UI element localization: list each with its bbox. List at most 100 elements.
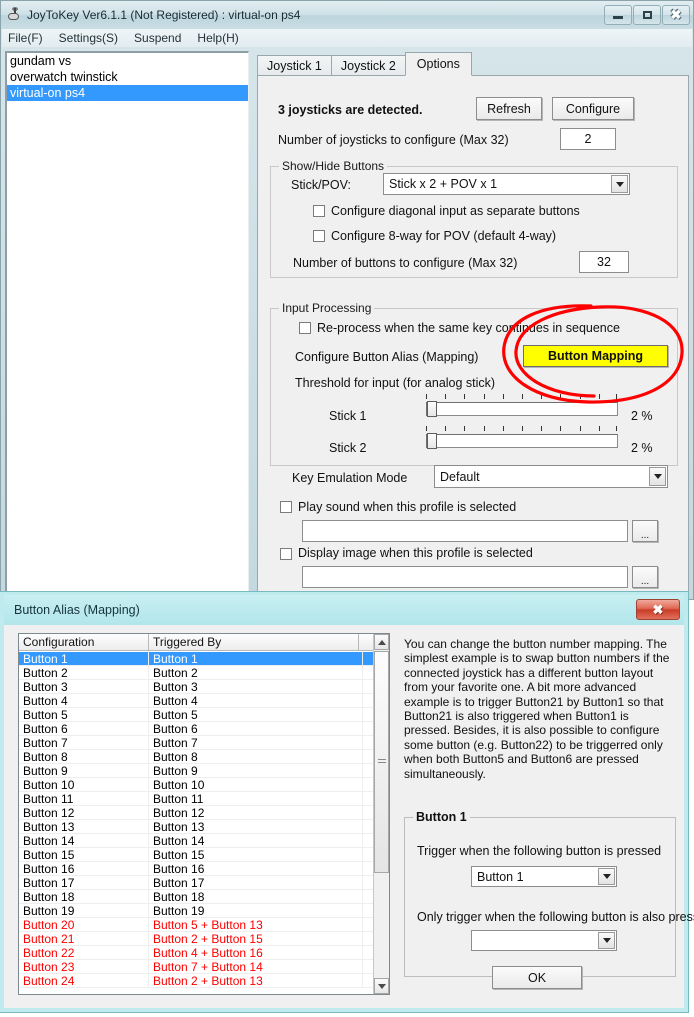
trigger-select[interactable]: Button 1 [471,866,617,887]
chevron-down-icon[interactable] [611,175,628,193]
configure-button[interactable]: Configure [552,97,634,120]
modifier-select[interactable] [471,930,617,951]
stick1-slider-ticks [426,394,618,401]
joystick-icon [6,7,22,23]
cell-triggered-by: Button 3 [149,680,363,694]
table-row[interactable]: Button 9 Button 9 [19,764,373,778]
cell-triggered-by: Button 1 [149,652,363,666]
num-joysticks-input[interactable]: 2 [560,128,616,150]
input-processing-group-title: Input Processing [279,301,375,315]
tab-joystick-1[interactable]: Joystick 1 [257,55,332,76]
chevron-down-icon[interactable] [649,467,666,486]
cell-triggered-by: Button 4 + Button 16 [149,946,363,960]
table-row[interactable]: Button 7 Button 7 [19,736,373,750]
maximize-button[interactable] [633,4,661,25]
diagonal-checkbox[interactable] [313,205,325,217]
stick1-slider[interactable] [426,394,618,418]
tab-options[interactable]: Options [404,52,472,76]
button-mapping-button[interactable]: Button Mapping [523,345,668,367]
cell-configuration: Button 11 [19,792,149,806]
description-text: You can change the button number mapping… [404,637,670,781]
stick1-slider-track[interactable] [426,402,618,416]
table-row[interactable]: Button 12 Button 12 [19,806,373,820]
table-row[interactable]: Button 23 Button 7 + Button 14 [19,960,373,974]
table-row[interactable]: Button 10 Button 10 [19,778,373,792]
minimize-button[interactable] [604,4,632,25]
table-row[interactable]: Button 18 Button 18 [19,890,373,904]
table-row[interactable]: Button 20 Button 5 + Button 13 [19,918,373,932]
eightway-checkbox[interactable] [313,230,325,242]
play-sound-browse-button[interactable]: ... [632,520,658,542]
play-sound-path-input[interactable] [302,520,628,542]
stick2-slider-track[interactable] [426,434,618,448]
scroll-down-button[interactable] [374,978,389,994]
table-row[interactable]: Button 17 Button 17 [19,876,373,890]
table-row[interactable]: Button 15 Button 15 [19,848,373,862]
button-alias-dialog: Button Alias (Mapping) ✖ Configuration T… [0,592,694,1012]
menu-settings[interactable]: Settings(S) [59,31,118,45]
scroll-up-button[interactable] [374,634,389,650]
display-image-checkbox[interactable] [280,548,292,560]
grid-header: Configuration Triggered By [19,634,389,651]
list-item[interactable]: virtual-on ps4 [7,85,248,101]
stick1-slider-thumb[interactable] [427,401,437,417]
main-window: JoyToKey Ver6.1.1 (Not Registered) : vir… [0,0,694,600]
table-row[interactable]: Button 16 Button 16 [19,862,373,876]
stick2-slider[interactable] [426,426,618,450]
cell-triggered-by: Button 10 [149,778,363,792]
num-joysticks-label: Number of joysticks to configure (Max 32… [278,133,509,147]
cell-triggered-by: Button 15 [149,848,363,862]
num-buttons-input[interactable]: 32 [579,251,629,273]
table-row[interactable]: Button 22 Button 4 + Button 16 [19,946,373,960]
table-row[interactable]: Button 19 Button 19 [19,904,373,918]
cell-configuration: Button 19 [19,904,149,918]
menu-suspend[interactable]: Suspend [134,31,181,45]
display-image-label: Display image when this profile is selec… [298,546,533,560]
list-item[interactable]: gundam vs [7,53,248,69]
grid-scrollbar[interactable] [373,634,389,994]
table-row[interactable]: Button 14 Button 14 [19,834,373,848]
table-row[interactable]: Button 4 Button 4 [19,694,373,708]
cell-configuration: Button 8 [19,750,149,764]
stick-pov-select[interactable]: Stick x 2 + POV x 1 [383,173,630,195]
scrollbar-thumb[interactable] [374,651,389,873]
menu-file[interactable]: File(F) [8,31,43,45]
dialog-close-button[interactable]: ✖ [636,599,680,620]
chevron-down-icon[interactable] [598,932,615,949]
refresh-button[interactable]: Refresh [476,97,542,120]
display-image-path-input[interactable] [302,566,628,588]
column-header-configuration[interactable]: Configuration [19,634,149,650]
table-row[interactable]: Button 11 Button 11 [19,792,373,806]
minimize-icon [613,15,623,19]
list-item[interactable]: overwatch twinstick [7,69,248,85]
table-row[interactable]: Button 5 Button 5 [19,708,373,722]
table-row[interactable]: Button 8 Button 8 [19,750,373,764]
table-row[interactable]: Button 2 Button 2 [19,666,373,680]
column-header-triggered-by[interactable]: Triggered By [149,634,359,650]
close-button[interactable]: ✖ [662,4,690,25]
key-emulation-select[interactable]: Default [434,465,668,488]
play-sound-checkbox[interactable] [280,501,292,513]
table-row[interactable]: Button 6 Button 6 [19,722,373,736]
table-row[interactable]: Button 13 Button 13 [19,820,373,834]
cell-triggered-by: Button 19 [149,904,363,918]
cell-triggered-by: Button 9 [149,764,363,778]
cell-configuration: Button 5 [19,708,149,722]
reprocess-checkbox-label: Re-process when the same key continues i… [317,321,620,335]
table-row[interactable]: Button 1 Button 1 [19,652,373,666]
button-alias-grid[interactable]: Configuration Triggered By Button 1 Butto… [18,633,390,995]
cell-configuration: Button 20 [19,918,149,932]
menu-help[interactable]: Help(H) [197,31,238,45]
ok-button[interactable]: OK [492,966,582,989]
display-image-browse-button[interactable]: ... [632,566,658,588]
profile-list[interactable]: gundam vs overwatch twinstick virtual-on… [5,51,249,594]
table-row[interactable]: Button 24 Button 2 + Button 13 [19,974,373,988]
stick2-slider-thumb[interactable] [427,433,437,449]
modifier-label: Only trigger when the following button i… [417,910,694,924]
reprocess-checkbox[interactable] [299,322,311,334]
chevron-down-icon[interactable] [598,868,615,885]
cell-triggered-by: Button 5 [149,708,363,722]
table-row[interactable]: Button 21 Button 2 + Button 15 [19,932,373,946]
table-row[interactable]: Button 3 Button 3 [19,680,373,694]
tab-joystick-2[interactable]: Joystick 2 [330,55,406,76]
